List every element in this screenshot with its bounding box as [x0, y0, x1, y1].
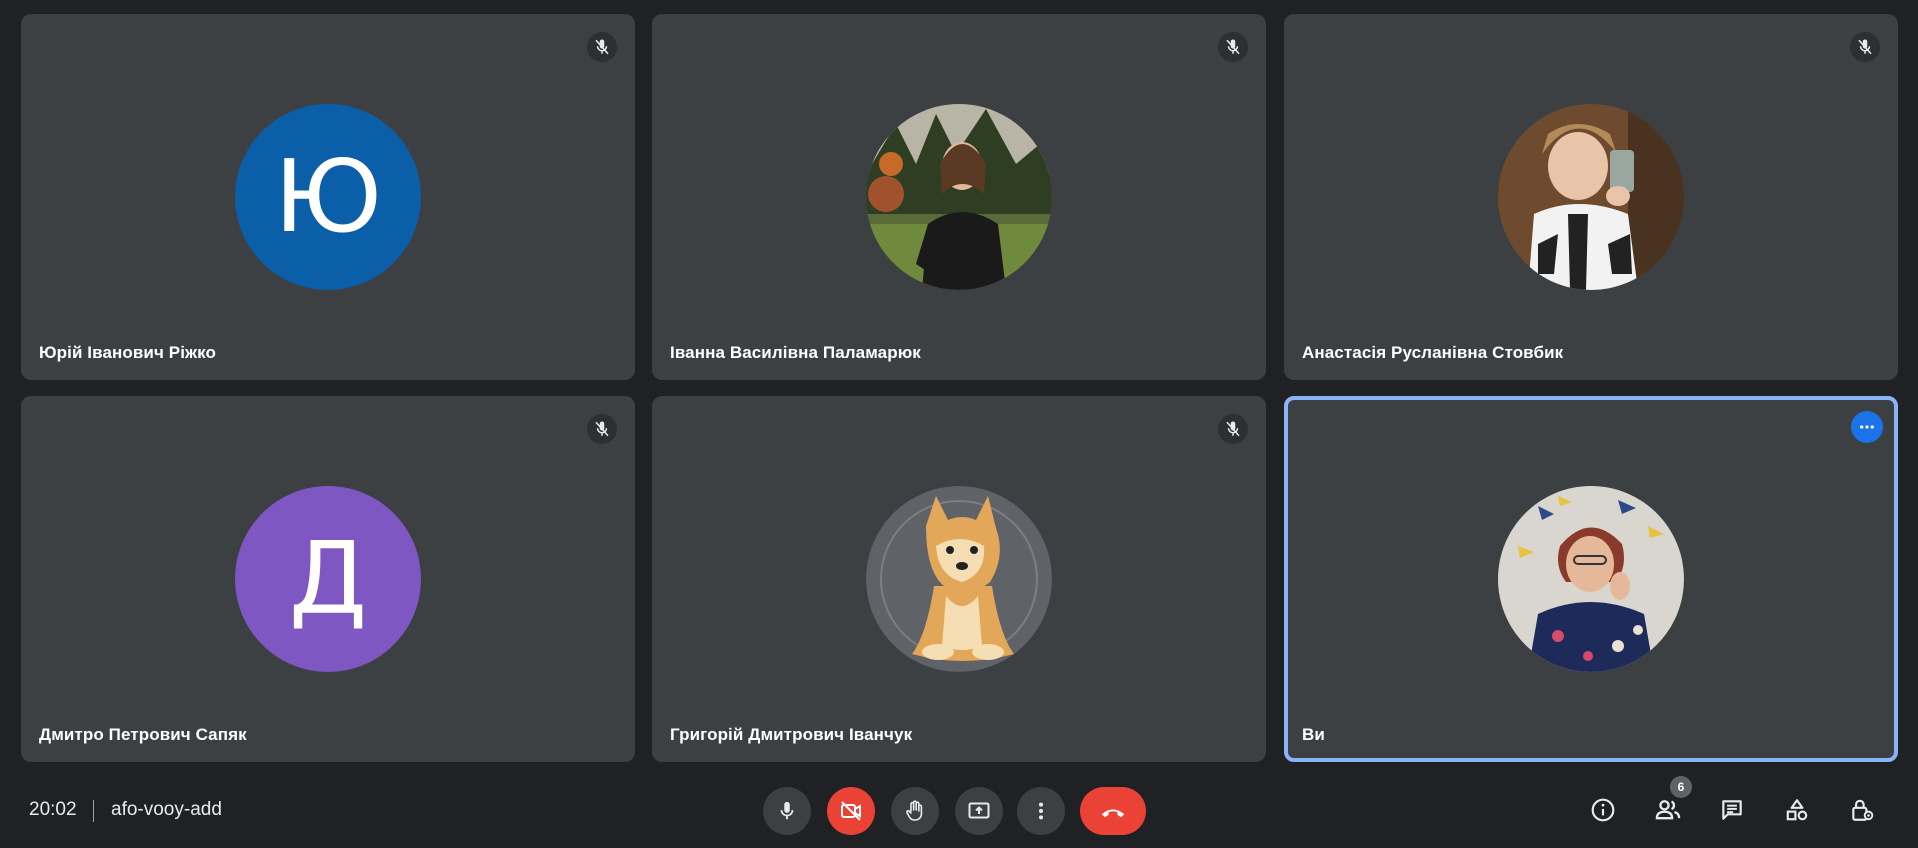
more-vert-icon [1038, 802, 1044, 820]
host-controls-button[interactable] [1842, 790, 1882, 830]
activities-icon [1786, 799, 1808, 821]
present-button[interactable] [955, 787, 1003, 835]
avatar-letter: Ю [274, 138, 382, 255]
meeting-code[interactable]: afo-vooy-add [111, 799, 222, 821]
mic-muted-icon [587, 32, 617, 62]
divider [93, 800, 94, 822]
meeting-details-button[interactable] [1583, 790, 1623, 830]
self-tile[interactable]: Ви [1284, 396, 1898, 762]
more-horiz-icon [1860, 425, 1874, 429]
leave-call-button[interactable] [1080, 787, 1146, 835]
participant-name: Григорій Дмитрович Іванчук [670, 725, 913, 744]
participant-tile[interactable]: Григорій Дмитрович Іванчук [652, 396, 1266, 762]
hand-icon [906, 800, 923, 821]
meeting-time: 20:02 [29, 799, 77, 820]
mic-icon [780, 801, 794, 820]
avatar-photo [1498, 104, 1684, 290]
camera-button[interactable] [827, 787, 875, 835]
participant-tile[interactable]: Д Дмитро Петрович Сапяк [21, 396, 635, 762]
hang-up-icon [1101, 809, 1125, 818]
avatar: Ю [235, 104, 421, 290]
avatar: Д [235, 486, 421, 672]
more-options-button[interactable] [1851, 411, 1883, 443]
mic-muted-icon [587, 414, 617, 444]
avatar-letter: Д [288, 520, 368, 637]
participant-name: Ви [1302, 725, 1325, 744]
avatar-photo [1498, 486, 1684, 672]
mic-button[interactable] [763, 787, 811, 835]
participant-name: Дмитро Петрович Сапяк [39, 725, 247, 744]
activities-button[interactable] [1777, 790, 1817, 830]
meeting-stage: Ю Юрій Іванович Ріжко Іванна Василівна П… [0, 0, 1918, 848]
participant-name: Анастасія Русланівна Стовбик [1302, 343, 1564, 362]
people-icon [1655, 800, 1681, 820]
info-icon [1591, 798, 1615, 822]
more-options-button[interactable] [1017, 787, 1065, 835]
participant-name: Іванна Василівна Паламарюк [670, 343, 921, 362]
chat-icon [1722, 800, 1742, 820]
camera-off-icon [841, 801, 861, 821]
raise-hand-button[interactable] [891, 787, 939, 835]
participant-tile[interactable]: Іванна Василівна Паламарюк [652, 14, 1266, 380]
participant-name: Юрій Іванович Ріжко [39, 343, 217, 362]
mic-muted-icon [1850, 32, 1880, 62]
participant-tile[interactable]: Анастасія Русланівна Стовбик [1284, 14, 1898, 380]
avatar-photo [866, 104, 1052, 290]
bottom-toolbar: 20:02 afo-vooy-add 6 [0, 776, 1918, 848]
avatar-photo [866, 486, 1052, 672]
host-controls-icon [1852, 799, 1874, 821]
chat-button[interactable] [1712, 790, 1752, 830]
participant-count-badge: 6 [1670, 776, 1692, 798]
present-screen-icon [968, 802, 990, 819]
participant-tile[interactable]: Ю Юрій Іванович Ріжко [21, 14, 635, 380]
mic-muted-icon [1218, 32, 1248, 62]
mic-muted-icon [1218, 414, 1248, 444]
